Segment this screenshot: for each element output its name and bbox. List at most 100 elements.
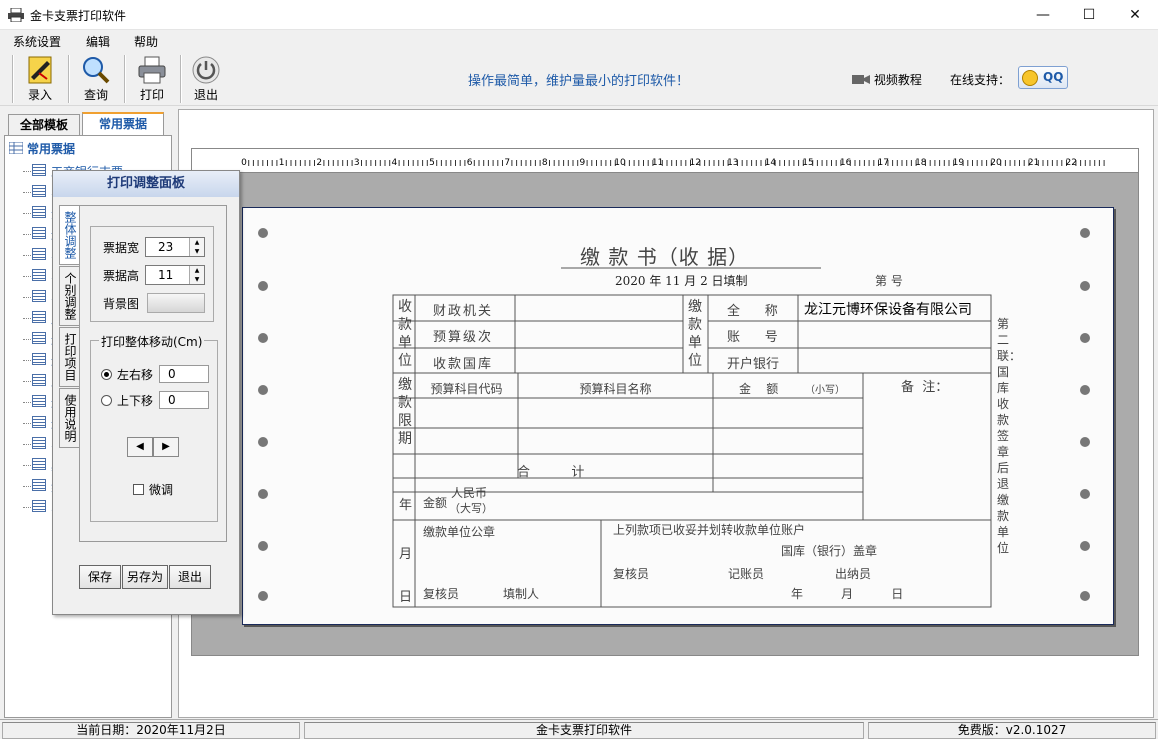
save-button[interactable]: 保存 [79, 565, 121, 589]
tree-connector [23, 213, 31, 214]
save-as-button[interactable]: 另存为 [122, 565, 168, 589]
ruler: 0 1 2 3 4 5 6 7 8 9 10 11 12 13 14 15 16 17 18 19 20 21 22 [192, 149, 1138, 173]
total-label: 合 计 [517, 465, 585, 480]
minimize-button[interactable]: — [1020, 0, 1066, 30]
radio-left-right[interactable] [101, 369, 112, 380]
qq-button[interactable]: QQ [1018, 66, 1068, 89]
maximize-button[interactable]: ☐ [1066, 0, 1112, 30]
menu-edit[interactable]: 编辑 [86, 33, 110, 50]
tree-root-icon [9, 142, 23, 154]
template-icon [32, 311, 46, 323]
printer-app-icon [8, 8, 24, 22]
panel-title: 打印调整面板 [53, 171, 239, 197]
template-icon [32, 269, 46, 281]
template-icon [32, 227, 46, 239]
move-right-button[interactable]: ▶ [153, 437, 179, 457]
tab-common-bills[interactable]: 常用票据 [82, 112, 164, 137]
col-amount-small: （小写） [805, 385, 845, 396]
status-bar: 当前日期：2020年11月2日 金卡支票打印软件 免费版：v2.0.1027 [0, 719, 1158, 739]
print-button[interactable]: 打印 [130, 53, 174, 105]
height-value: 11 [158, 268, 174, 282]
template-icon [32, 479, 46, 491]
entry-label: 录入 [27, 88, 52, 102]
height-label: 票据高 [103, 269, 140, 283]
bookkeeper-label: 记账员 [728, 567, 765, 581]
video-tutorial-link[interactable]: 视频教程 [852, 71, 922, 88]
status-app: 金卡支票打印软件 [304, 722, 864, 739]
window-title: 金卡支票打印软件 [30, 9, 127, 23]
template-icon [32, 437, 46, 449]
query-button[interactable]: 查询 [74, 53, 118, 105]
fine-tune-checkbox[interactable] [133, 484, 144, 495]
col-budget-code: 预算科目代码 [430, 382, 503, 396]
move-left-button[interactable]: ◀ [127, 437, 153, 457]
tree-connector [23, 423, 31, 424]
tree-connector [23, 465, 31, 466]
template-icon [32, 500, 46, 512]
entry-button[interactable]: 录入 [18, 53, 62, 105]
transfer-note: 上列款项已收妥并划转收款单位账户 [613, 523, 806, 537]
deadline-label: 缴款限期 [398, 377, 412, 447]
toolbar: 录入 查询 打印 退出 操作最简单，维护量最小的打印软件！ 视频教程 在线支持：… [0, 51, 1158, 106]
side-note: 第二联：国库收款签章后退缴款单位 [997, 317, 1022, 555]
payee-row-name: 全 称 [727, 304, 778, 319]
ruler-label: 22 [1065, 158, 1076, 168]
video-tutorial-label: 视频教程 [873, 73, 922, 87]
rmb-label: 人民币 [451, 486, 488, 500]
payer-row-level: 预算级次 [433, 330, 494, 345]
ruler-label: 15 [802, 158, 813, 168]
up-down-input[interactable]: 0 [159, 391, 209, 409]
payer-row-treasury: 收款国库 [433, 357, 494, 372]
width-spinner[interactable]: 23 ▲ ▼ [145, 237, 205, 257]
tab-all-templates[interactable]: 全部模板 [8, 114, 80, 136]
tree-connector [23, 402, 31, 403]
tree-root-label[interactable]: 常用票据 [27, 140, 75, 157]
filler-label: 填制人 [503, 587, 540, 601]
left-right-input[interactable]: 0 [159, 365, 209, 383]
template-icon [32, 374, 46, 386]
move-legend: 打印整体移动(Cm) [99, 333, 205, 350]
ruler-label: 8 [542, 158, 548, 168]
online-support-label: 在线支持： [950, 73, 1011, 87]
rmb-big-label: （大写） [449, 502, 493, 515]
payee-row-bank: 开户银行 [727, 357, 780, 372]
ruler-label: 17 [877, 158, 888, 168]
menu-bar: 系统设置 编辑 帮助 [0, 30, 1158, 51]
radio-up-down[interactable] [101, 395, 112, 406]
ruler-label: 7 [504, 158, 510, 168]
ruler-label: 5 [429, 158, 435, 168]
slogan-text: 操作最简单，维护量最小的打印软件！ [468, 74, 690, 89]
template-icon [32, 458, 46, 470]
entry-icon [28, 56, 52, 84]
checker-label: 复核员 [423, 587, 460, 601]
status-date: 当前日期：2020年11月2日 [2, 722, 300, 739]
year-label: 年 [399, 498, 413, 513]
print-label: 打印 [139, 88, 164, 102]
close-button[interactable]: ✕ [1112, 0, 1158, 30]
menu-help[interactable]: 帮助 [134, 33, 158, 50]
tree-connector [23, 234, 31, 235]
power-icon [192, 56, 220, 84]
template-icon [32, 395, 46, 407]
ruler-label: 4 [392, 158, 398, 168]
query-label: 查询 [83, 88, 108, 102]
payer-row-finance: 财政机关 [433, 304, 494, 319]
exit-button[interactable]: 退出 [184, 53, 228, 105]
spinner-arrows-icon[interactable]: ▲ ▼ [189, 266, 204, 284]
tab-instructions[interactable]: 使用说明 [59, 388, 81, 448]
height-spinner[interactable]: 11 ▲ ▼ [145, 265, 205, 285]
payer-label: 收款单位 [398, 299, 412, 369]
spinner-arrows-icon[interactable]: ▲ ▼ [189, 238, 204, 256]
tab-overall-adjust[interactable]: 整体调整 [59, 205, 81, 265]
ruler-label: 0 [241, 158, 247, 168]
tree-connector [23, 507, 31, 508]
tab-individual-adjust[interactable]: 个别调整 [59, 266, 81, 326]
tree-connector [23, 486, 31, 487]
payee-label: 缴款单位 [688, 299, 702, 369]
menu-system-settings[interactable]: 系统设置 [13, 33, 61, 50]
background-image-button[interactable] [147, 293, 205, 313]
receipt-number: 第 号 [875, 274, 903, 288]
ruler-scale: 0 1 2 3 4 5 6 7 8 9 10 11 12 13 14 15 16 17 18 19 20 21 22 [241, 158, 1105, 168]
panel-exit-button[interactable]: 退出 [169, 565, 211, 589]
tab-print-items[interactable]: 打印项目 [59, 327, 81, 387]
